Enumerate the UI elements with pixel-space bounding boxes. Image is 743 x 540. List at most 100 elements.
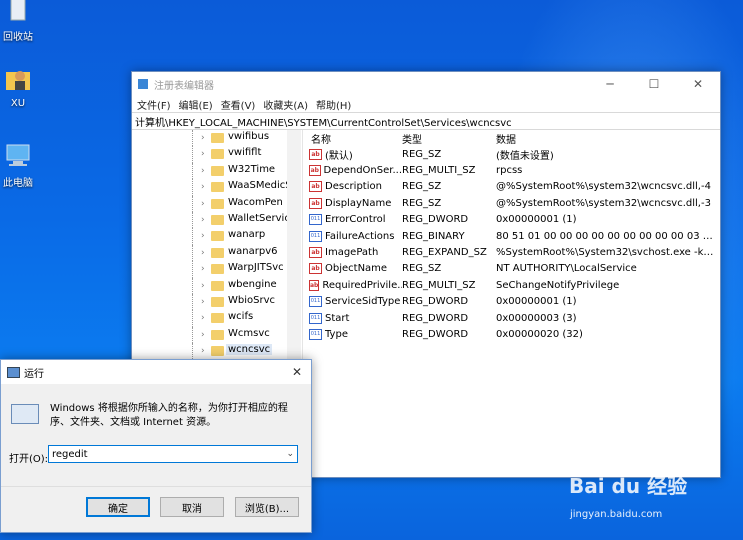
chevron-right-icon[interactable]: › xyxy=(201,215,205,225)
string-value-icon: ab xyxy=(309,263,322,275)
tree-item[interactable]: › W32Time xyxy=(132,162,302,180)
value-row[interactable]: ab ImagePath REG_EXPAND_SZ %SystemRoot%\Sys… xyxy=(307,244,719,260)
tree-item[interactable]: › vwifibus xyxy=(132,130,302,147)
folder-icon xyxy=(211,247,224,258)
tree-item[interactable]: › wanarp xyxy=(132,228,302,245)
menu-edit[interactable]: 编辑(E) xyxy=(179,97,213,112)
value-name: Description xyxy=(325,181,382,193)
open-label: 打开(O): xyxy=(9,454,49,465)
chevron-right-icon[interactable]: › xyxy=(201,182,205,192)
tree-item[interactable]: › WaaSMedicS xyxy=(132,179,302,196)
value-name: ErrorControl xyxy=(325,214,386,226)
tree-item[interactable]: › WarpJITSvc xyxy=(132,261,302,278)
value-type: REG_SZ xyxy=(402,148,442,160)
chevron-right-icon[interactable]: › xyxy=(201,133,205,143)
desktop-icon-this-pc[interactable]: 此电脑 xyxy=(0,140,48,189)
maximize-button[interactable]: ☐ xyxy=(632,72,676,96)
tree-item-label: wcifs xyxy=(228,311,254,323)
value-name: ServiceSidType xyxy=(325,296,401,308)
registry-menubar: 文件(F) 编辑(E) 查看(V) 收藏夹(A) 帮助(H) xyxy=(132,96,720,112)
chevron-right-icon[interactable]: › xyxy=(201,166,205,176)
chevron-right-icon[interactable]: › xyxy=(201,297,205,307)
tree-item-label: wanarpv6 xyxy=(228,245,278,257)
value-data: 0x00000003 (3) xyxy=(496,312,577,324)
string-value-icon: ab xyxy=(309,247,322,259)
ok-button[interactable]: 确定 xyxy=(86,497,150,517)
value-data: 0x00000020 (32) xyxy=(496,328,583,340)
minimize-button[interactable]: ─ xyxy=(588,72,632,96)
string-value-icon: ab xyxy=(309,165,321,177)
tree-item-label: WbioSrvc xyxy=(228,294,276,306)
tree-item-label: WacomPen xyxy=(228,196,283,208)
menu-favorites[interactable]: 收藏夹(A) xyxy=(263,97,308,112)
menu-help[interactable]: 帮助(H) xyxy=(316,97,351,112)
value-type: REG_SZ xyxy=(402,263,442,275)
tree-item[interactable]: › Wcmsvc xyxy=(132,326,302,344)
tree-item[interactable]: › wbengine xyxy=(132,277,302,294)
tree-guide-line xyxy=(192,162,193,180)
tree-item-label: wcncsvc xyxy=(226,344,273,356)
run-description: Windows 将根据你所输入的名称，为你打开相应的程序、文件夹、文档或 Int… xyxy=(50,403,288,428)
chevron-right-icon[interactable]: › xyxy=(201,231,205,241)
string-value-icon: ab xyxy=(309,181,322,193)
tree-item[interactable]: › wcncsvc xyxy=(132,343,302,360)
tree-item-label: vwififlt xyxy=(228,147,262,159)
folder-icon xyxy=(211,165,224,176)
browse-button[interactable]: 浏览(B)... xyxy=(235,497,299,517)
value-row[interactable]: ab Description REG_SZ @%SystemRoot%\system3… xyxy=(307,179,719,195)
value-row[interactable]: 011 Start REG_DWORD 0x00000003 (3) xyxy=(307,310,719,326)
binary-value-icon: 011 xyxy=(309,230,322,242)
folder-icon xyxy=(211,280,224,291)
run-command-value: regedit xyxy=(52,448,88,460)
desktop-icon-user[interactable]: XU xyxy=(0,64,48,109)
value-row[interactable]: ab DependOnSer... REG_MULTI_SZ rpcss xyxy=(307,162,719,178)
tree-guide-line xyxy=(192,277,193,294)
tree-item[interactable]: › WalletService xyxy=(132,211,302,229)
chevron-right-icon[interactable]: › xyxy=(201,199,205,209)
chevron-right-icon[interactable]: › xyxy=(201,281,205,291)
registry-titlebar[interactable]: 注册表编辑器 ─ ☐ ✕ xyxy=(132,72,720,96)
value-name: DependOnSer... xyxy=(323,165,402,177)
chevron-right-icon[interactable]: › xyxy=(201,149,205,159)
value-row[interactable]: ab RequiredPrivile... REG_MULTI_SZ SeChange… xyxy=(307,277,719,293)
tree-item[interactable]: › WbioSrvc xyxy=(132,293,302,311)
binary-value-icon: 011 xyxy=(309,312,322,324)
cancel-button[interactable]: 取消 xyxy=(160,497,224,517)
run-command-input[interactable]: regedit ⌄ xyxy=(48,445,298,463)
menu-file[interactable]: 文件(F) xyxy=(137,97,171,112)
chevron-right-icon[interactable]: › xyxy=(201,330,205,340)
column-name[interactable]: 名称 xyxy=(307,131,402,146)
chevron-right-icon[interactable]: › xyxy=(201,248,205,258)
user-label: XU xyxy=(10,98,26,109)
menu-view[interactable]: 查看(V) xyxy=(221,97,256,112)
address-bar[interactable]: 计算机\HKEY_LOCAL_MACHINE\SYSTEM\CurrentCon… xyxy=(132,112,720,130)
chevron-right-icon[interactable]: › xyxy=(201,264,205,274)
value-row[interactable]: ab DisplayName REG_SZ @%SystemRoot%\system3… xyxy=(307,195,719,211)
tree-item-label: WarpJITSvc xyxy=(228,262,284,274)
value-row[interactable]: 011 ErrorControl REG_DWORD 0x00000001 (1) xyxy=(307,212,719,228)
value-row[interactable]: 011 ServiceSidType REG_DWORD 0x00000001 (1) xyxy=(307,294,719,310)
value-name: FailureActions xyxy=(325,230,395,242)
value-data: SeChangeNotifyPrivilege xyxy=(496,279,620,291)
value-row[interactable]: ab ObjectName REG_SZ NT AUTHORITY\LocalServ… xyxy=(307,261,719,277)
column-data[interactable]: 数据 xyxy=(496,131,716,146)
desktop-icon-recycle-bin[interactable]: 回收站 xyxy=(0,0,48,43)
tree-item-label: wbengine xyxy=(228,278,277,290)
chevron-right-icon[interactable]: › xyxy=(201,346,205,356)
value-name: ObjectName xyxy=(325,263,388,275)
tree-item[interactable]: › WacomPen xyxy=(132,195,302,212)
run-titlebar[interactable]: 运行 ✕ xyxy=(1,360,311,384)
tree-item[interactable]: › wcifs xyxy=(132,310,302,327)
tree-item[interactable]: › vwififlt xyxy=(132,146,302,163)
tree-item[interactable]: › wanarpv6 xyxy=(132,244,302,262)
tree-guide-line xyxy=(192,343,193,360)
close-button[interactable]: ✕ xyxy=(676,72,720,96)
chevron-down-icon[interactable]: ⌄ xyxy=(286,449,294,459)
value-row[interactable]: ab (默认) REG_SZ (数值未设置) xyxy=(307,146,719,162)
column-type[interactable]: 类型 xyxy=(402,131,496,146)
value-row[interactable]: 011 FailureActions REG_BINARY 80 51 01 00 0… xyxy=(307,228,719,244)
value-row[interactable]: 011 Type REG_DWORD 0x00000020 (32) xyxy=(307,326,719,342)
tree-guide-line xyxy=(192,261,193,278)
run-close-button[interactable]: ✕ xyxy=(283,360,311,384)
chevron-right-icon[interactable]: › xyxy=(201,313,205,323)
